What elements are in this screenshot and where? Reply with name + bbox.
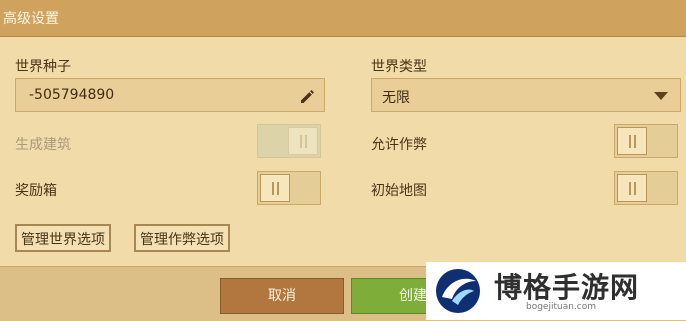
toggle-knob <box>288 127 318 155</box>
allow-cheats-label: 允许作弊 <box>371 137 427 153</box>
seed-value: -505794890 <box>29 87 115 103</box>
generate-structures-toggle <box>257 124 321 158</box>
toggle-knob <box>617 174 647 202</box>
dialog-title: 高级设置 <box>3 11 59 27</box>
manage-world-options-button[interactable]: 管理世界选项 <box>15 224 111 252</box>
bonus-chest-label: 奖励箱 <box>15 183 57 199</box>
watermark-subtitle: bogejituan.com <box>526 302 597 312</box>
bonus-chest-toggle[interactable] <box>257 171 321 205</box>
world-type-dropdown[interactable]: 无限 <box>371 78 681 112</box>
seed-label: 世界种子 <box>15 59 71 75</box>
allow-cheats-toggle[interactable] <box>614 124 678 158</box>
starting-map-label: 初始地图 <box>371 183 427 199</box>
manage-cheat-options-button[interactable]: 管理作弊选项 <box>134 224 230 252</box>
watermark-title: 博格手游网 <box>494 271 640 304</box>
generate-structures-label: 生成建筑 <box>15 137 71 153</box>
world-type-value: 无限 <box>382 90 410 106</box>
world-type-label: 世界类型 <box>371 59 427 75</box>
dialog-title-bar: 高级设置 <box>0 0 686 37</box>
toggle-knob <box>260 174 290 202</box>
cancel-button[interactable]: 取消 <box>220 278 344 314</box>
seed-input[interactable]: -505794890 <box>15 78 325 112</box>
starting-map-toggle[interactable] <box>614 171 678 205</box>
watermark-logo-icon <box>436 269 480 313</box>
toggle-knob <box>617 127 647 155</box>
pencil-icon[interactable] <box>298 87 316 105</box>
watermark: 博格手游网 bogejituan.com <box>426 262 686 320</box>
chevron-down-icon <box>654 92 668 100</box>
